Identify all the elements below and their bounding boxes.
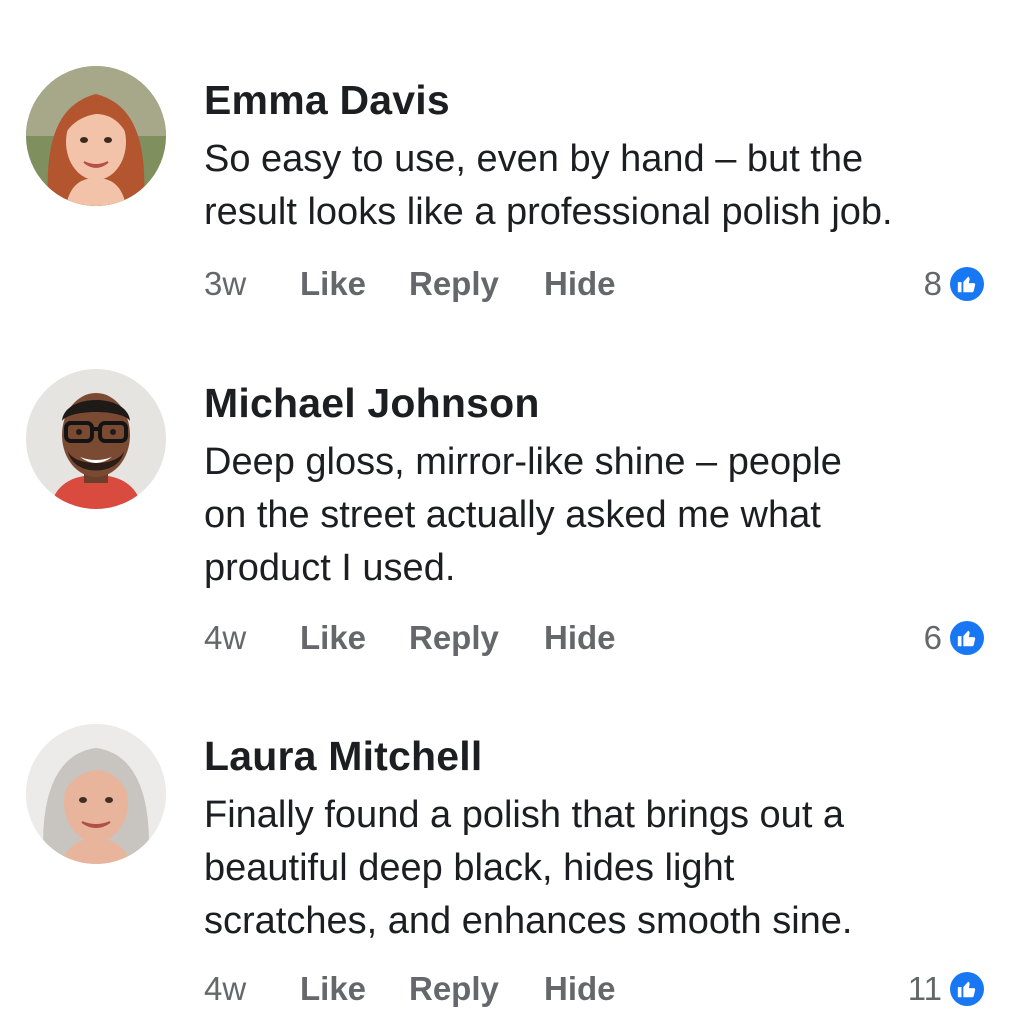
comment-age[interactable]: 3w xyxy=(204,262,246,306)
comment-age[interactable]: 4w xyxy=(204,967,246,1011)
comment-actions: 4w Like Reply Hide 6 xyxy=(204,616,984,660)
comment-age[interactable]: 4w xyxy=(204,616,246,660)
reaction-count: 6 xyxy=(923,619,942,656)
like-button[interactable]: Like xyxy=(300,616,366,660)
comment-text-line: So easy to use, even by hand – but the xyxy=(204,138,864,180)
comment-author[interactable]: Michael Johnson xyxy=(204,379,540,427)
avatar[interactable] xyxy=(26,724,166,864)
hide-button[interactable]: Hide xyxy=(544,262,616,306)
avatar[interactable] xyxy=(26,369,166,509)
avatar[interactable] xyxy=(26,66,166,206)
thumbs-up-icon xyxy=(950,621,984,655)
comment-author[interactable]: Emma Davis xyxy=(204,76,450,124)
reaction-count: 11 xyxy=(907,970,942,1007)
hide-button[interactable]: Hide xyxy=(544,616,616,660)
reply-button[interactable]: Reply xyxy=(409,967,499,1011)
like-button[interactable]: Like xyxy=(300,262,366,306)
avatar-woman-red-hair-icon xyxy=(26,66,166,206)
comment-text: So easy to use, even by hand – but the r… xyxy=(204,133,994,239)
comment-actions: 4w Like Reply Hide 11 xyxy=(204,967,984,1011)
avatar-woman-gray-hair-icon xyxy=(26,724,166,864)
comment-text-line: on the street actually asked me what xyxy=(204,494,821,536)
reaction-count: 8 xyxy=(923,265,942,302)
hide-button[interactable]: Hide xyxy=(544,967,616,1011)
comment-text: Deep gloss, mirror-like shine – people o… xyxy=(204,436,994,595)
thumbs-up-icon xyxy=(950,972,984,1006)
comment-text-line: scratches, and enhances smooth sine. xyxy=(204,900,853,942)
comment-author[interactable]: Laura Mitchell xyxy=(204,732,482,780)
comment-text: Finally found a polish that brings out a… xyxy=(204,789,994,948)
comment-text-line: beautiful deep black, hides light xyxy=(204,847,735,889)
reaction-summary[interactable]: 8 xyxy=(924,262,984,306)
reply-button[interactable]: Reply xyxy=(409,616,499,660)
comment-text-line: product I used. xyxy=(204,547,456,589)
like-button[interactable]: Like xyxy=(300,967,366,1011)
reaction-summary[interactable]: 6 xyxy=(924,616,984,660)
thumbs-up-icon xyxy=(950,267,984,301)
comment-actions: 3w Like Reply Hide 8 xyxy=(204,262,984,306)
comment-text-line: result looks like a professional polish … xyxy=(204,191,893,233)
reaction-summary[interactable]: 11 xyxy=(908,967,984,1011)
avatar-man-glasses-icon xyxy=(26,369,166,509)
comment-text-line: Finally found a polish that brings out a xyxy=(204,794,845,836)
reply-button[interactable]: Reply xyxy=(409,262,499,306)
comment-text-line: Deep gloss, mirror-like shine – people xyxy=(204,441,842,483)
